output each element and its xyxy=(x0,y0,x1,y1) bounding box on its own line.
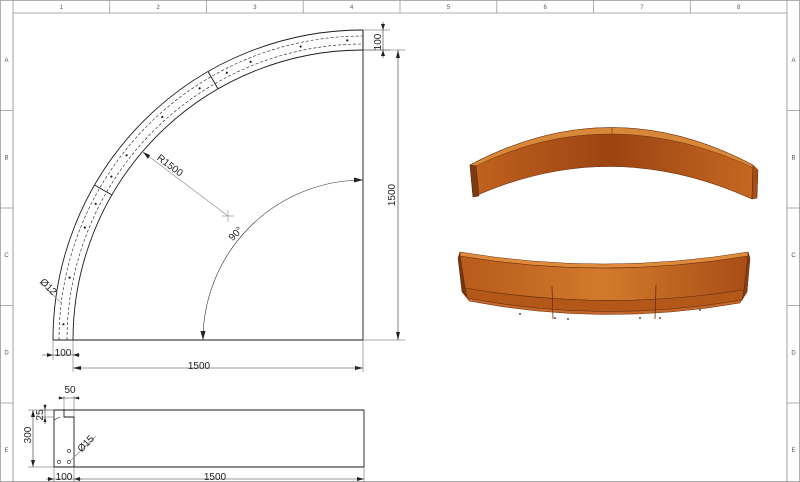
plan-bolt-holes xyxy=(62,39,349,326)
dim-angle: 90° xyxy=(227,225,245,243)
plan-outer-arc xyxy=(52,29,364,341)
zone-row-labels-right: A B C D E xyxy=(791,58,796,454)
zone-column-label: 7 xyxy=(640,5,644,11)
bolt-hole xyxy=(198,87,201,90)
bolt-hole xyxy=(249,60,252,63)
zone-column-label: 4 xyxy=(350,5,354,11)
zone-column-ticks xyxy=(109,0,691,13)
dim-width-plan: 1500 xyxy=(188,361,211,372)
zone-row-label: C xyxy=(791,253,796,259)
bolt-hole xyxy=(110,175,113,178)
bolt-hole xyxy=(346,39,349,42)
plan-flange-line xyxy=(58,35,364,341)
plan-inner-arc xyxy=(72,49,364,341)
angle-arc xyxy=(202,179,364,341)
dim-radius: R1500 xyxy=(154,153,185,180)
dim-side-height: 300 xyxy=(23,426,34,443)
plan-flange-line xyxy=(66,43,364,341)
zone-column-label: 1 xyxy=(60,5,64,11)
side-bolt-hole xyxy=(57,460,61,464)
zone-column-label: 5 xyxy=(447,5,451,11)
bolt-hole xyxy=(94,202,97,205)
dim-hole-plan: Ø12 xyxy=(37,277,58,298)
zone-row-label: B xyxy=(791,155,795,161)
bolt-hole xyxy=(225,71,228,74)
side-bolt-hole xyxy=(67,449,71,453)
angle-arrow xyxy=(200,331,206,340)
angle-arrow xyxy=(354,177,363,183)
dim-bottom-thickness-side: 100 xyxy=(56,472,73,482)
zone-column-label: 3 xyxy=(253,5,257,11)
dim-length-side: 1500 xyxy=(204,472,227,482)
zone-row-label: A xyxy=(791,58,795,64)
zone-row-label: D xyxy=(4,350,9,356)
dim-height-right: 1500 xyxy=(387,183,398,206)
iso-render-front xyxy=(457,251,751,320)
dim-hole-side: Ø15 xyxy=(76,433,97,454)
plan-dimensions: 100 1500 R1500 90° Ø12 100 1500 xyxy=(37,22,405,372)
zone-row-label: E xyxy=(791,448,795,454)
zone-row-label: E xyxy=(4,448,8,454)
zone-column-label: 2 xyxy=(156,5,160,11)
zone-row-label: D xyxy=(791,350,796,356)
dim-bottom-thickness: 100 xyxy=(55,348,72,359)
segment-joint xyxy=(207,71,219,90)
bolt-hole xyxy=(161,115,164,119)
bolt-hole xyxy=(299,45,302,48)
radius-arrow xyxy=(143,152,150,159)
zone-column-label: 8 xyxy=(737,5,741,11)
plan-view xyxy=(52,29,364,341)
dim-flange-height: 25 xyxy=(35,409,46,421)
dim-flange-width: 50 xyxy=(64,385,76,396)
drawing-sheet: 100 1500 R1500 90° Ø12 100 1500 50 25 30… xyxy=(0,0,800,482)
iso-render-rear xyxy=(469,127,759,200)
bolt-hole xyxy=(68,276,71,279)
zone-row-labels-left: A B C D E xyxy=(4,58,9,454)
dim-top-thickness: 100 xyxy=(373,33,384,50)
zone-row-label: C xyxy=(4,253,9,259)
zone-column-label: 6 xyxy=(543,5,547,11)
side-view xyxy=(53,409,365,468)
bolt-hole xyxy=(62,323,65,326)
bolt-hole xyxy=(83,226,86,229)
plan-segment-joints xyxy=(94,71,219,196)
segment-joint xyxy=(94,184,113,196)
zone-row-label: B xyxy=(4,155,8,161)
bolt-hole xyxy=(125,154,128,157)
zone-row-label: A xyxy=(4,58,8,64)
